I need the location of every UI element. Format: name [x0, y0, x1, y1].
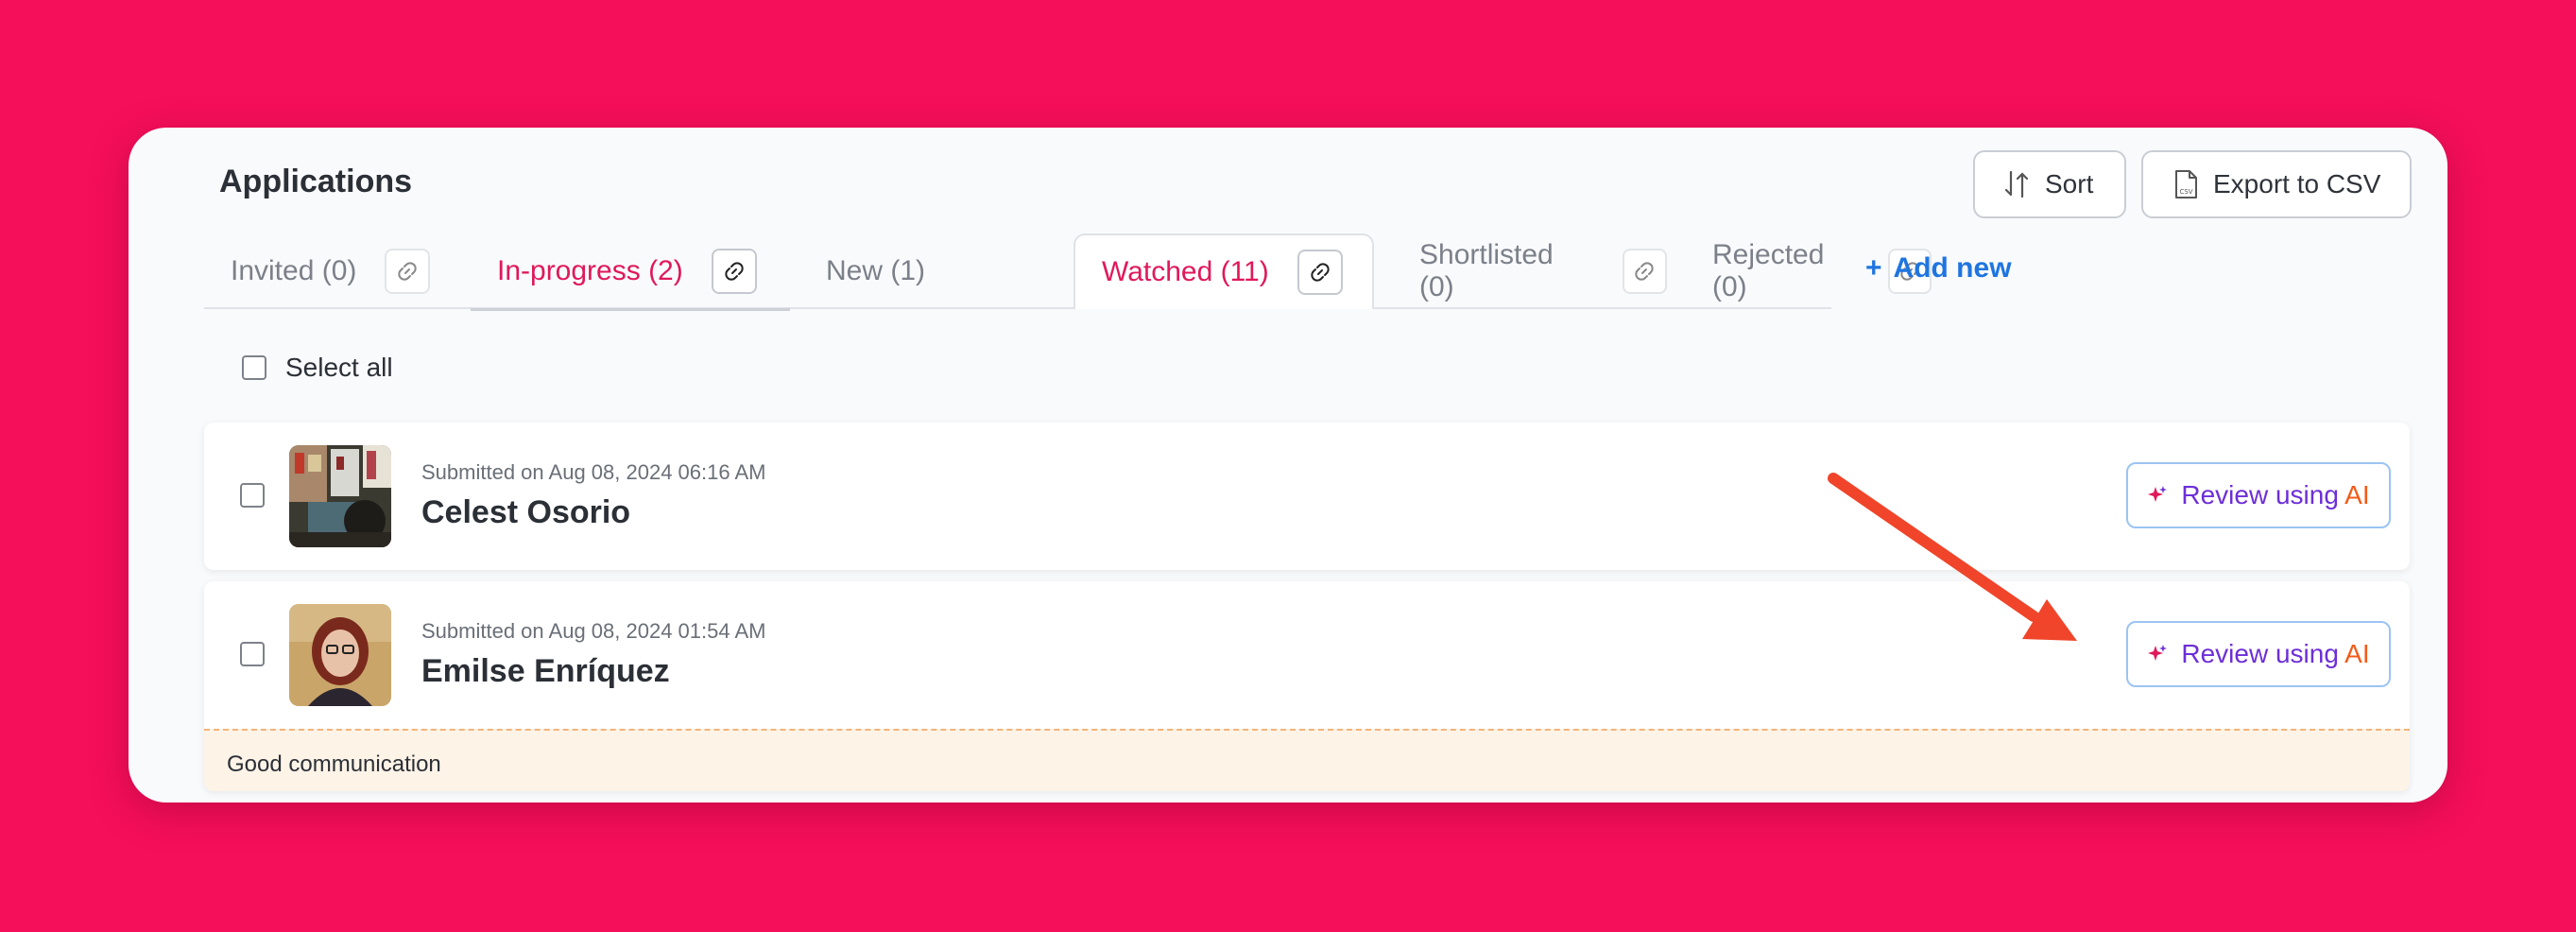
review-using-ai-button[interactable]: Review using AI — [2126, 621, 2391, 687]
application-row[interactable]: Submitted on Aug 08, 2024 06:16 AM Celes… — [204, 423, 2410, 570]
review-ai-label: AI — [2344, 480, 2370, 509]
applicant-name: Celest Osorio — [421, 494, 631, 530]
tab-new[interactable]: New (1) — [799, 233, 951, 309]
select-all: Select all — [242, 353, 393, 383]
tab-label: Watched (11) — [1102, 256, 1269, 287]
plus-icon: + — [1865, 252, 1882, 284]
copy-link-button[interactable] — [1622, 249, 1667, 294]
add-new-button[interactable]: + Add new — [1865, 252, 2012, 285]
copy-link-button[interactable] — [1297, 250, 1343, 295]
link-icon — [398, 262, 418, 281]
avatar — [289, 604, 391, 706]
tab-underline — [471, 308, 790, 311]
copy-link-button[interactable] — [711, 249, 757, 294]
export-label: Export to CSV — [2213, 169, 2381, 198]
tab-shortlisted[interactable]: Shortlisted (0) — [1393, 233, 1667, 309]
export-csv-button[interactable]: CSV Export to CSV — [2141, 150, 2412, 218]
copy-link-button[interactable] — [385, 249, 431, 294]
application-note: Good communication — [204, 729, 2410, 791]
select-all-label: Select all — [285, 353, 393, 382]
applications-card: Applications Sort CSV Export to CSV Invi… — [129, 128, 2447, 803]
row-checkbox[interactable] — [240, 483, 265, 508]
link-icon — [725, 262, 744, 281]
sparkle-icon — [2148, 486, 2168, 502]
sort-icon — [2004, 170, 2029, 198]
add-new-label: Add new — [1893, 252, 2012, 284]
link-icon — [1311, 263, 1330, 282]
tab-label: New (1) — [826, 255, 926, 286]
sort-label: Sort — [2045, 169, 2094, 198]
sort-button[interactable]: Sort — [1973, 150, 2126, 218]
select-all-checkbox[interactable] — [242, 355, 266, 380]
row-checkbox[interactable] — [240, 642, 265, 666]
tab-in-progress[interactable]: In-progress (2) — [471, 233, 790, 311]
submission-date: Submitted on Aug 08, 2024 01:54 AM — [421, 619, 766, 643]
submission-date: Submitted on Aug 08, 2024 06:16 AM — [421, 460, 766, 484]
avatar — [289, 445, 391, 547]
review-label: Review using — [2181, 480, 2345, 509]
application-row[interactable]: Submitted on Aug 08, 2024 01:54 AM Emils… — [204, 581, 2410, 791]
csv-file-icon: CSV — [2175, 170, 2197, 198]
applicant-name: Emilse Enríquez — [421, 653, 670, 689]
review-ai-label: AI — [2344, 639, 2370, 668]
tab-watched[interactable]: Watched (11) — [1073, 233, 1374, 309]
tab-label: Rejected (0) — [1712, 239, 1825, 302]
tab-label: Shortlisted (0) — [1419, 239, 1554, 302]
review-label: Review using — [2181, 639, 2345, 668]
tab-label: In-progress (2) — [497, 255, 683, 286]
sparkle-icon — [2148, 645, 2168, 661]
tab-label: Invited (0) — [231, 255, 357, 286]
review-using-ai-button[interactable]: Review using AI — [2126, 462, 2391, 528]
tab-invited[interactable]: Invited (0) — [204, 233, 452, 309]
page-title: Applications — [219, 164, 413, 199]
link-icon — [1635, 262, 1654, 281]
svg-text:CSV: CSV — [2179, 188, 2192, 196]
